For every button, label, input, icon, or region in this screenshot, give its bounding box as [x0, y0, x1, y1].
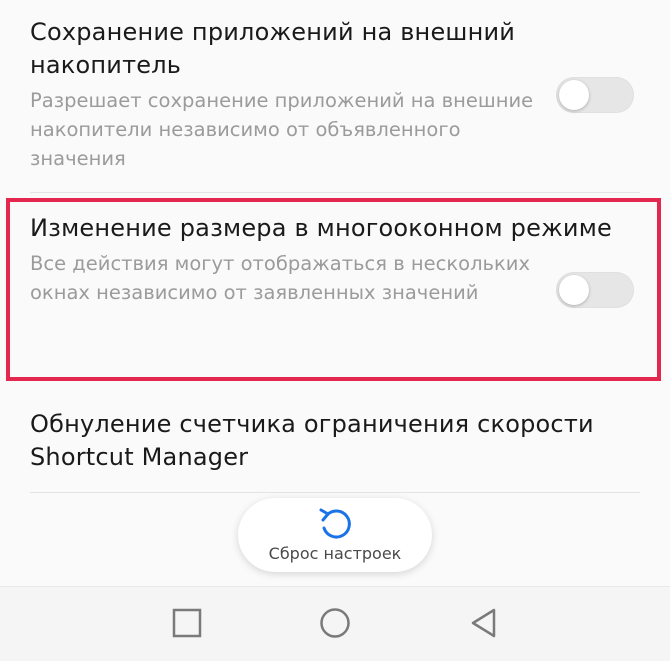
save-apps-external-toggle[interactable] [556, 77, 634, 113]
back-icon[interactable] [468, 607, 500, 639]
divider [30, 192, 640, 193]
recent-apps-icon[interactable] [171, 607, 203, 639]
toggle-knob [559, 80, 589, 110]
home-icon[interactable] [319, 607, 351, 639]
highlight-frame [6, 198, 661, 381]
system-navigation-bar [0, 586, 670, 661]
divider [30, 492, 640, 493]
reset-settings-button[interactable]: Сброс настроек [238, 498, 432, 572]
setting-save-apps-external[interactable]: Сохранение приложений на внешний накопит… [30, 16, 640, 173]
setting-reset-shortcut-rate-limit[interactable]: Обнуление счетчика ограничения скорости … [30, 408, 640, 474]
developer-settings-screen: Сохранение приложений на внешний накопит… [0, 0, 670, 661]
setting-title: Сохранение приложений на внешний накопит… [30, 18, 516, 79]
reset-settings-label: Сброс настроек [268, 544, 402, 563]
setting-description: Разрешает сохранение приложений на внешн… [30, 89, 534, 170]
refresh-icon [319, 508, 351, 539]
setting-title: Обнуление счетчика ограничения скорости … [30, 410, 594, 471]
